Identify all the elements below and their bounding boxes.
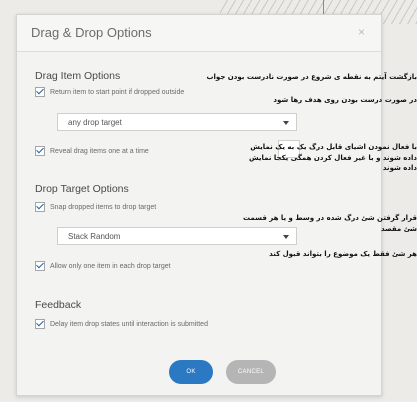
annotation-line: در صورت درست بودن روی هدف رها شود bbox=[273, 96, 417, 104]
annotation-line: هر شئ فقط یک موضوع را بتواند قبول کند bbox=[269, 250, 417, 258]
drop-target-select[interactable]: any drop target bbox=[57, 113, 297, 131]
annotation-line: با فعال نمودن اشیای قابل درگ یک به یک نم… bbox=[250, 143, 417, 151]
feedback-heading: Feedback bbox=[35, 299, 82, 311]
snap-to-target-checkbox[interactable] bbox=[35, 201, 45, 212]
checkmark-icon bbox=[36, 201, 44, 210]
return-to-start-option[interactable]: Return item to start point if dropped ou… bbox=[35, 86, 185, 97]
drag-item-options-heading: Drag Item Options bbox=[35, 70, 121, 82]
drop-target-options-heading: Drop Target Options bbox=[35, 183, 129, 195]
reveal-one-at-a-time-label: Reveal drag items one at a time bbox=[50, 147, 149, 155]
checkmark-icon bbox=[36, 318, 44, 327]
drop-target-select-value: any drop target bbox=[68, 118, 122, 127]
ok-button[interactable]: OK bbox=[169, 360, 213, 384]
close-icon[interactable]: × bbox=[358, 25, 365, 39]
one-item-per-target-checkbox[interactable] bbox=[35, 260, 45, 271]
annotation-snap: قرار گرفتن شئ درگ شده در وسط و یا هر قسم… bbox=[232, 213, 417, 234]
delay-drop-states-option[interactable]: Delay item drop states until interaction… bbox=[35, 318, 208, 329]
chevron-down-icon bbox=[283, 121, 289, 125]
snap-to-target-option[interactable]: Snap dropped items to drop target bbox=[35, 201, 157, 212]
reveal-one-at-a-time-checkbox[interactable] bbox=[35, 145, 45, 156]
annotation-return-to-start: بازگشت آیتم به نقطه ی شروع در صورت نادرس… bbox=[197, 72, 417, 83]
one-item-per-target-label: Allow only one item in each drop target bbox=[50, 262, 171, 270]
return-to-start-checkbox[interactable] bbox=[35, 86, 45, 97]
annotation-reveal: با فعال نمودن اشیای قابل درگ یک به یک نم… bbox=[247, 142, 417, 174]
dialog-title: Drag & Drop Options bbox=[31, 25, 152, 40]
annotation-line: داده شوند و با غیر فعال کردن همگی یکجا ن… bbox=[249, 153, 417, 173]
annotation-line: قرار گرفتن شئ درگ شده در وسط و یا هر قسم… bbox=[242, 214, 417, 233]
return-to-start-label: Return item to start point if dropped ou… bbox=[50, 88, 185, 96]
dialog-titlebar: Drag & Drop Options × bbox=[17, 15, 381, 52]
checkmark-icon bbox=[36, 145, 44, 154]
one-item-per-target-option[interactable]: Allow only one item in each drop target bbox=[35, 260, 171, 271]
chevron-down-icon bbox=[283, 235, 289, 239]
snap-mode-select-value: Stack Random bbox=[68, 232, 121, 241]
annotation-one-item: هر شئ فقط یک موضوع را بتواند قبول کند bbox=[267, 249, 417, 260]
delay-drop-states-label: Delay item drop states until interaction… bbox=[50, 320, 208, 328]
snap-to-target-label: Snap dropped items to drop target bbox=[50, 203, 157, 211]
annotation-drop-target: در صورت درست بودن روی هدف رها شود bbox=[257, 95, 417, 106]
checkmark-icon bbox=[36, 260, 44, 269]
cancel-button[interactable]: CANCEL bbox=[226, 360, 276, 384]
delay-drop-states-checkbox[interactable] bbox=[35, 318, 45, 329]
annotation-line: بازگشت آیتم به نقطه ی شروع در صورت نادرس… bbox=[206, 73, 417, 81]
checkmark-icon bbox=[36, 86, 44, 95]
reveal-one-at-a-time-option[interactable]: Reveal drag items one at a time bbox=[35, 145, 149, 156]
